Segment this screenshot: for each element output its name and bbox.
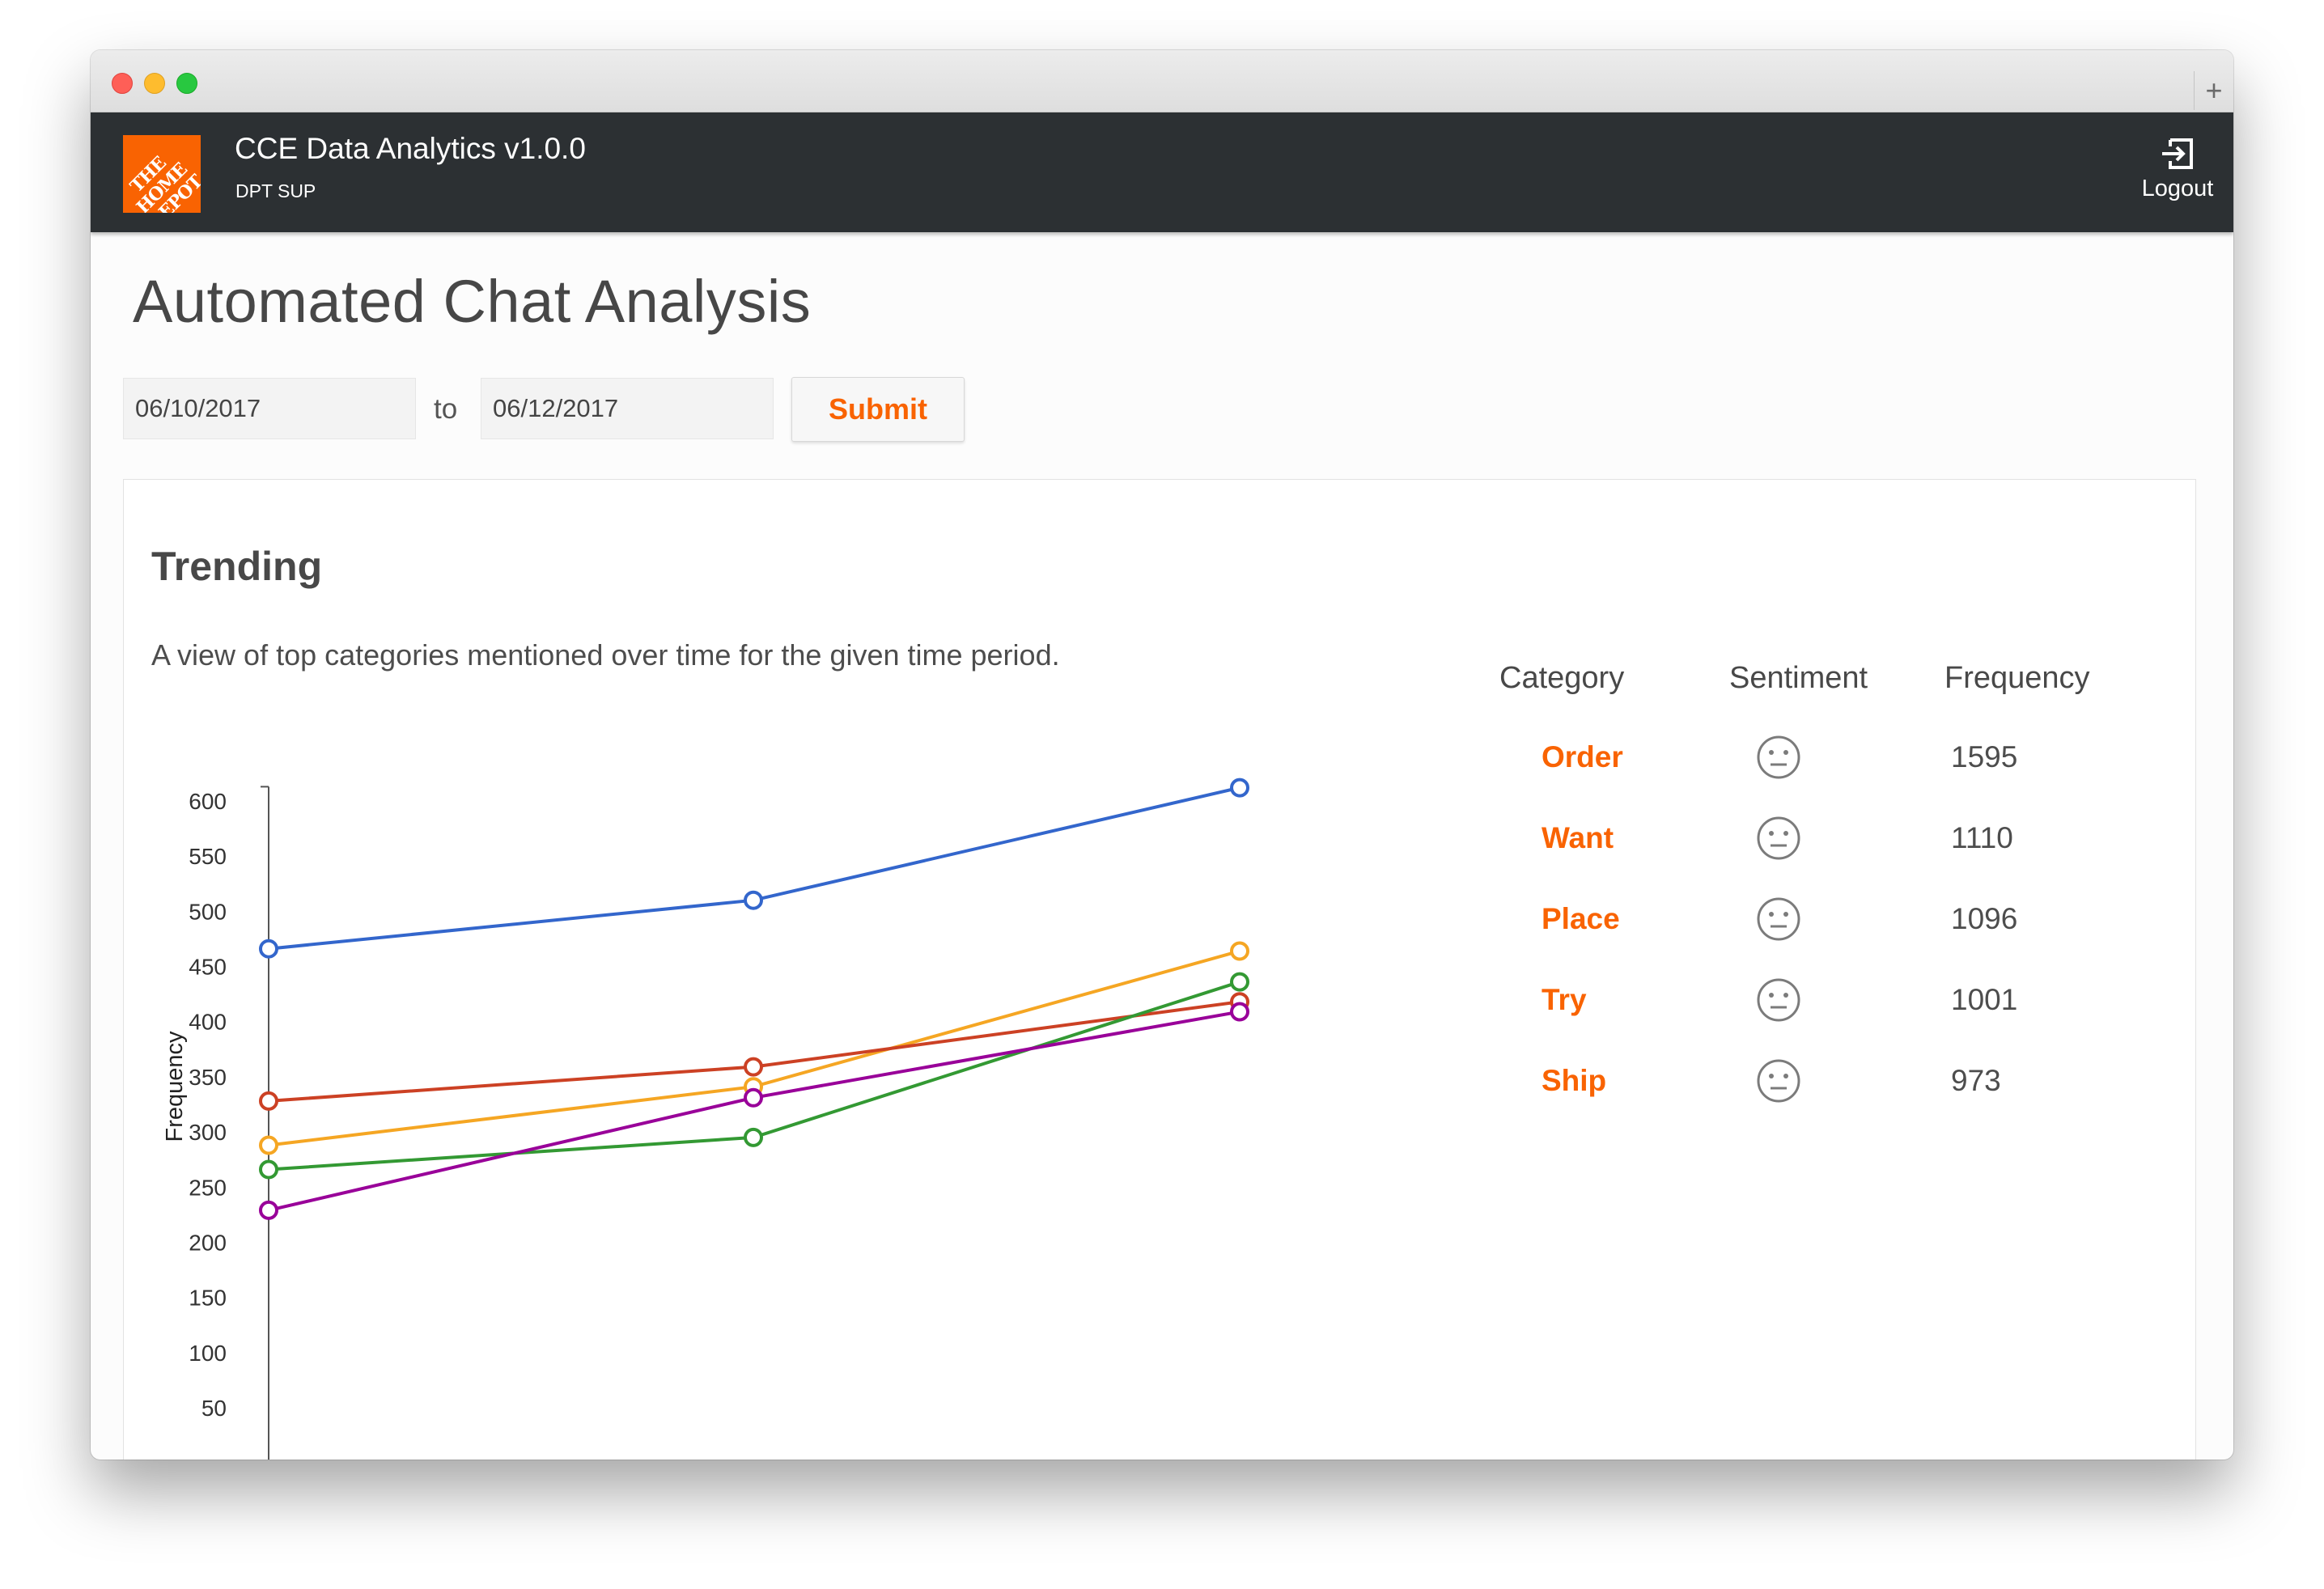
neutral-face-icon — [1757, 978, 1800, 1022]
series-5-point — [1230, 1002, 1249, 1022]
category-place[interactable]: Place — [1542, 902, 1620, 936]
y-tick-label: 350 — [189, 1065, 227, 1090]
frequency-ship: 973 — [1951, 1064, 2001, 1097]
series-5-point — [259, 1200, 278, 1220]
neutral-face-icon — [1757, 816, 1800, 860]
home-depot-logo: THE HOME DEPOT — [123, 135, 201, 213]
y-axis-label: Frequency — [162, 1031, 188, 1142]
series-4-point — [259, 1159, 278, 1180]
category-try[interactable]: Try — [1542, 983, 1587, 1017]
y-tick-label: 200 — [189, 1230, 227, 1255]
page-title: Automated Chat Analysis — [133, 268, 812, 335]
logout-button[interactable]: Logout — [2133, 137, 2222, 202]
frequency-place: 1096 — [1951, 902, 2018, 935]
logo-text: THE HOME DEPOT — [125, 152, 201, 213]
logout-icon — [2162, 138, 2193, 169]
category-ship[interactable]: Ship — [1542, 1064, 1606, 1098]
sentiment-column-header: Sentiment — [1729, 661, 1868, 695]
series-2-point — [259, 1135, 278, 1155]
y-tick-label: 150 — [189, 1286, 227, 1311]
trending-card: Trending A view of top categories mentio… — [123, 479, 2196, 1460]
frequency-column-header: Frequency — [1944, 661, 2090, 695]
series-line-1 — [268, 786, 1240, 951]
series-4-point — [744, 1127, 763, 1147]
end-date-input[interactable] — [481, 378, 774, 439]
series-5-point — [744, 1087, 763, 1108]
frequency-try: 1001 — [1951, 983, 2018, 1016]
category-order[interactable]: Order — [1542, 740, 1623, 774]
y-tick-label: 450 — [189, 955, 227, 980]
new-tab-button[interactable]: + — [2194, 71, 2233, 110]
series-3-point — [744, 1057, 763, 1077]
series-1-point — [259, 939, 278, 959]
minimize-window-button[interactable] — [144, 73, 165, 94]
y-tick-label: 100 — [189, 1341, 227, 1366]
series-2-point — [1230, 941, 1249, 961]
app-subtitle: DPT SUP — [235, 180, 316, 201]
frequency-order: 1595 — [1951, 740, 2018, 773]
close-window-button[interactable] — [112, 73, 133, 94]
maximize-window-button[interactable] — [176, 73, 197, 94]
y-tick-label: 550 — [189, 844, 227, 869]
y-tick-label: 500 — [189, 899, 227, 924]
y-tick-label: 300 — [189, 1120, 227, 1145]
series-line-5 — [268, 1010, 1240, 1212]
y-tick-label: 50 — [201, 1396, 227, 1421]
category-want[interactable]: Want — [1542, 821, 1614, 855]
browser-window: + THE HOME DEPOT CCE Data Analytics v1.0… — [91, 50, 2233, 1460]
series-4-point — [1230, 972, 1249, 992]
trending-line-chart: 50 100 150 200 250 300 350 400 450 500 550 600 Frequ… — [162, 778, 1249, 1460]
neutral-face-icon — [1757, 1059, 1800, 1103]
neutral-face-icon — [1757, 897, 1800, 941]
logout-label: Logout — [2141, 176, 2214, 201]
series-1-point — [744, 890, 763, 910]
start-date-input[interactable] — [123, 378, 416, 439]
series-line-2 — [268, 949, 1240, 1147]
frequency-want: 1110 — [1951, 821, 2013, 854]
app-header: THE HOME DEPOT CCE Data Analytics v1.0.0… — [91, 112, 2233, 232]
series-3-point — [259, 1091, 278, 1111]
neutral-face-icon — [1757, 735, 1800, 779]
to-label: to — [434, 393, 458, 425]
app-title: CCE Data Analytics v1.0.0 — [235, 132, 586, 165]
category-column-header: Category — [1499, 661, 1625, 695]
y-tick-label: 250 — [189, 1175, 227, 1200]
series-1-point — [1230, 778, 1249, 798]
submit-button[interactable]: Submit — [791, 377, 965, 442]
y-tick-label: 600 — [189, 789, 227, 814]
y-tick-label: 400 — [189, 1010, 227, 1035]
window-titlebar: + — [91, 50, 2233, 112]
